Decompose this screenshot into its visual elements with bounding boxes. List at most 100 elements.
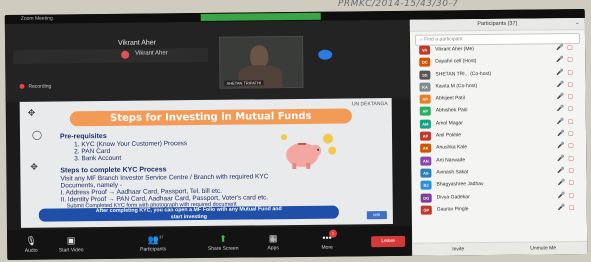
mic-muted-icon: 🎤 bbox=[556, 69, 564, 76]
participant-name: Anushka Kale bbox=[436, 144, 468, 151]
participant-name: Dayahri cell (Host) bbox=[435, 58, 477, 65]
reaction-icon[interactable] bbox=[318, 49, 333, 60]
slide-tag: UN DEKTANGA bbox=[351, 101, 388, 108]
participants-button[interactable]: 👥 37 Participants bbox=[133, 234, 173, 252]
circle-icon: ◯ bbox=[31, 129, 43, 140]
video-camera-icon: ▣ bbox=[66, 235, 76, 246]
avatar: AS bbox=[420, 168, 432, 178]
participant-name: Arti Narwade bbox=[436, 156, 466, 164]
avatar: KA bbox=[419, 82, 431, 92]
participants-panel: Participants (37) ⌄ ⌕ Find a participant … bbox=[409, 17, 588, 256]
avatar: AM bbox=[419, 119, 431, 129]
mic-muted-icon: 🎤 bbox=[556, 94, 565, 101]
avatar: GP bbox=[420, 205, 432, 215]
mic-muted-icon: 🎤 bbox=[557, 155, 565, 162]
video-off-icon: ▢ bbox=[568, 192, 575, 199]
participant-tile[interactable]: Vikrant Aher bbox=[13, 47, 209, 64]
mic-muted-icon: 🎤 bbox=[557, 192, 566, 199]
share-banner[interactable]: You are viewing ... screen bbox=[200, 12, 321, 28]
mic-muted-icon: 🎤 bbox=[556, 82, 565, 89]
step-line: Visit any MF Branch Investor Service Cen… bbox=[60, 173, 269, 183]
record-dot-icon bbox=[19, 84, 25, 90]
video-off-icon: ▢ bbox=[567, 106, 574, 113]
prereq-item: 1. KYC (Know Your Customer) Process bbox=[74, 140, 188, 149]
invite-button[interactable]: Invite bbox=[452, 246, 464, 252]
avatar: AK bbox=[420, 143, 432, 154]
participant-name: Abhijeet Patil bbox=[435, 95, 465, 102]
people-icon: 👥 bbox=[147, 234, 159, 245]
flower-icon: ✥ bbox=[27, 107, 36, 118]
avatar: AP bbox=[419, 107, 431, 117]
flower-icon: ✥ bbox=[30, 161, 38, 172]
video-area: Vikrant Aher Vikrant Aher SHETAN TRIPATH… bbox=[4, 19, 410, 103]
participant-name: Vikrant Aher (Me) bbox=[435, 46, 474, 53]
video-off-icon: ▢ bbox=[567, 118, 574, 125]
video-off-icon: ▢ bbox=[567, 45, 573, 52]
participant-name: Avinash Sakat bbox=[436, 169, 469, 176]
leave-button[interactable]: Leave bbox=[371, 235, 406, 248]
video-off-icon: ▢ bbox=[568, 143, 574, 150]
avatar: DC bbox=[419, 57, 431, 68]
notification-badge: 1 bbox=[328, 229, 338, 238]
mic-muted-icon: 🎤 bbox=[557, 205, 566, 212]
microphone-icon: 🎙 bbox=[25, 235, 37, 246]
host-name: Vikrant Aher bbox=[117, 39, 157, 47]
video-off-icon: ▢ bbox=[568, 168, 575, 175]
handwritten-note: PRMKC/2014-15/43/30-7 bbox=[338, 0, 459, 9]
avatar: AN bbox=[420, 156, 432, 166]
mic-muted-icon bbox=[121, 50, 130, 59]
unmute-me-button[interactable]: Unmute Me bbox=[530, 245, 556, 251]
steps-title: Steps to complete KYC Process bbox=[60, 166, 167, 175]
participant-name: Gaurav Pingle bbox=[436, 206, 469, 213]
avatar: VA bbox=[419, 45, 431, 55]
collapse-icon[interactable]: ⌄ bbox=[575, 18, 580, 29]
mic-muted-icon: 🎤 bbox=[557, 143, 565, 150]
more-dots-icon: ••• bbox=[322, 232, 332, 243]
apps-button[interactable]: ▦ Apps bbox=[253, 233, 293, 251]
participant-name: SHETAN TRI... (Co-host) bbox=[435, 70, 492, 78]
meeting-toolbar: 🎙 Audio ▣ Start Video 👥 37 Participants ⬆ Sha… bbox=[6, 225, 412, 261]
mic-muted-icon: 🎤 bbox=[556, 131, 565, 138]
participant-row[interactable]: GP Gaurav Pingle 🎤 ▢ bbox=[412, 203, 587, 217]
slide-footer: After completing KYC, you can open a MF … bbox=[38, 205, 339, 222]
recording-indicator[interactable]: Recording bbox=[19, 84, 51, 90]
prereq-title: Pre-requisites bbox=[59, 132, 107, 141]
more-button[interactable]: ••• More bbox=[307, 232, 347, 251]
video-off-icon: ▢ bbox=[567, 69, 574, 76]
panel-footer: Invite Unmute Me bbox=[412, 240, 588, 256]
mic-muted-icon: 🎤 bbox=[556, 106, 565, 113]
mic-muted-icon: 🎤 bbox=[557, 168, 565, 175]
avatar: SS bbox=[419, 70, 431, 80]
tile-name: Vikrant Aher bbox=[135, 50, 168, 57]
participant-name: Amol Magar bbox=[435, 120, 463, 127]
piggy-bank-icon bbox=[281, 133, 337, 170]
share-screen-button[interactable]: ⬆ Share Screen bbox=[203, 234, 243, 252]
video-off-icon: ▢ bbox=[568, 204, 575, 212]
mic-muted-icon: 🎤 bbox=[556, 57, 564, 64]
panel-header: Participants (37) ⌄ bbox=[409, 17, 585, 32]
slide-title: Steps for Investing in Mutual Funds bbox=[69, 108, 352, 127]
avatar: AP bbox=[419, 94, 431, 104]
person-head bbox=[250, 45, 269, 68]
mic-muted-icon: 🎤 bbox=[556, 45, 564, 52]
prereq-item: 3. Bank Account bbox=[74, 154, 122, 163]
participant-name: Kavita M (Co-host) bbox=[435, 82, 478, 90]
avatar: BJ bbox=[420, 180, 432, 190]
video-off-icon: ▢ bbox=[567, 131, 574, 138]
camera-label: SHETAN TRIPATHI bbox=[224, 80, 264, 86]
start-video-button[interactable]: ▣ Start Video bbox=[51, 235, 91, 253]
avatar: DG bbox=[420, 193, 432, 203]
participant-name: Divya Gadekar bbox=[436, 193, 470, 201]
video-off-icon: ▢ bbox=[567, 81, 574, 89]
apps-grid-icon: ▦ bbox=[268, 233, 278, 244]
window-title: Zoom Meeting bbox=[20, 15, 53, 22]
monitor-screen: Zoom Meeting You are viewing ... screen … bbox=[4, 8, 588, 261]
video-off-icon: ▢ bbox=[568, 180, 575, 187]
audio-button[interactable]: 🎙 Audio bbox=[11, 236, 51, 254]
camera-video[interactable]: SHETAN TRIPATHI bbox=[218, 35, 304, 89]
participant-name: Bhagyashree Jadhav bbox=[436, 181, 484, 188]
mic-muted-icon: 🎤 bbox=[557, 180, 566, 187]
share-arrow-icon: ⬆ bbox=[219, 233, 227, 244]
video-off-icon: ▢ bbox=[567, 57, 573, 64]
slide-corner-mark: MSI bbox=[366, 211, 387, 220]
